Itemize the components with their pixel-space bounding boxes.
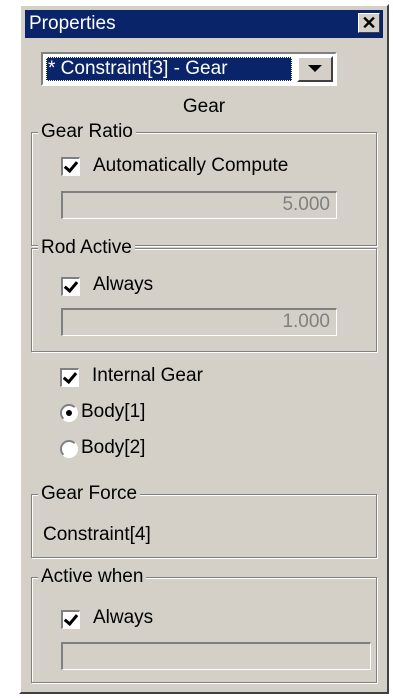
properties-panel: Properties ✕ * Constraint[3] - Gear Gear… <box>19 4 389 694</box>
body2-label[interactable]: Body[2] <box>81 436 145 460</box>
gear-ratio-group: Gear Ratio Automatically Compute 5.000 <box>31 120 377 246</box>
auto-compute-checkbox[interactable] <box>61 157 80 176</box>
rod-active-group: Rod Active Always 1.000 <box>31 236 377 352</box>
title-bar: Properties ✕ <box>25 10 383 38</box>
body2-radio[interactable] <box>60 440 78 458</box>
rod-active-title: Rod Active <box>38 236 135 260</box>
rod-always-checkbox[interactable] <box>61 277 80 296</box>
constraint-type-heading: Gear <box>182 96 226 117</box>
constraint-selector[interactable]: * Constraint[3] - Gear <box>41 52 337 86</box>
gear-force-title: Gear Force <box>38 482 141 506</box>
gear-force-group: Gear Force Constraint[4] <box>31 482 377 558</box>
rod-active-input: 1.000 <box>61 308 337 336</box>
close-button[interactable]: ✕ <box>358 13 380 33</box>
chevron-down-icon[interactable] <box>297 56 333 82</box>
rod-always-label[interactable]: Always <box>93 273 153 297</box>
gear-force-value[interactable]: Constraint[4] <box>43 523 151 547</box>
auto-compute-label[interactable]: Automatically Compute <box>93 154 288 178</box>
body1-radio[interactable] <box>60 404 78 422</box>
close-icon: ✕ <box>361 13 377 33</box>
active-when-title: Active when <box>38 565 147 589</box>
gear-ratio-input: 5.000 <box>61 191 337 219</box>
active-always-checkbox[interactable] <box>61 610 80 629</box>
internal-gear-label[interactable]: Internal Gear <box>92 364 203 388</box>
active-always-label[interactable]: Always <box>93 606 153 630</box>
gear-ratio-title: Gear Ratio <box>38 120 136 144</box>
constraint-selector-value[interactable]: * Constraint[3] - Gear <box>46 57 292 81</box>
body1-label[interactable]: Body[1] <box>81 400 145 424</box>
internal-gear-checkbox[interactable] <box>60 368 79 387</box>
active-when-input <box>61 642 371 670</box>
window-title: Properties <box>29 13 116 34</box>
active-when-group: Active when Always <box>31 565 377 683</box>
